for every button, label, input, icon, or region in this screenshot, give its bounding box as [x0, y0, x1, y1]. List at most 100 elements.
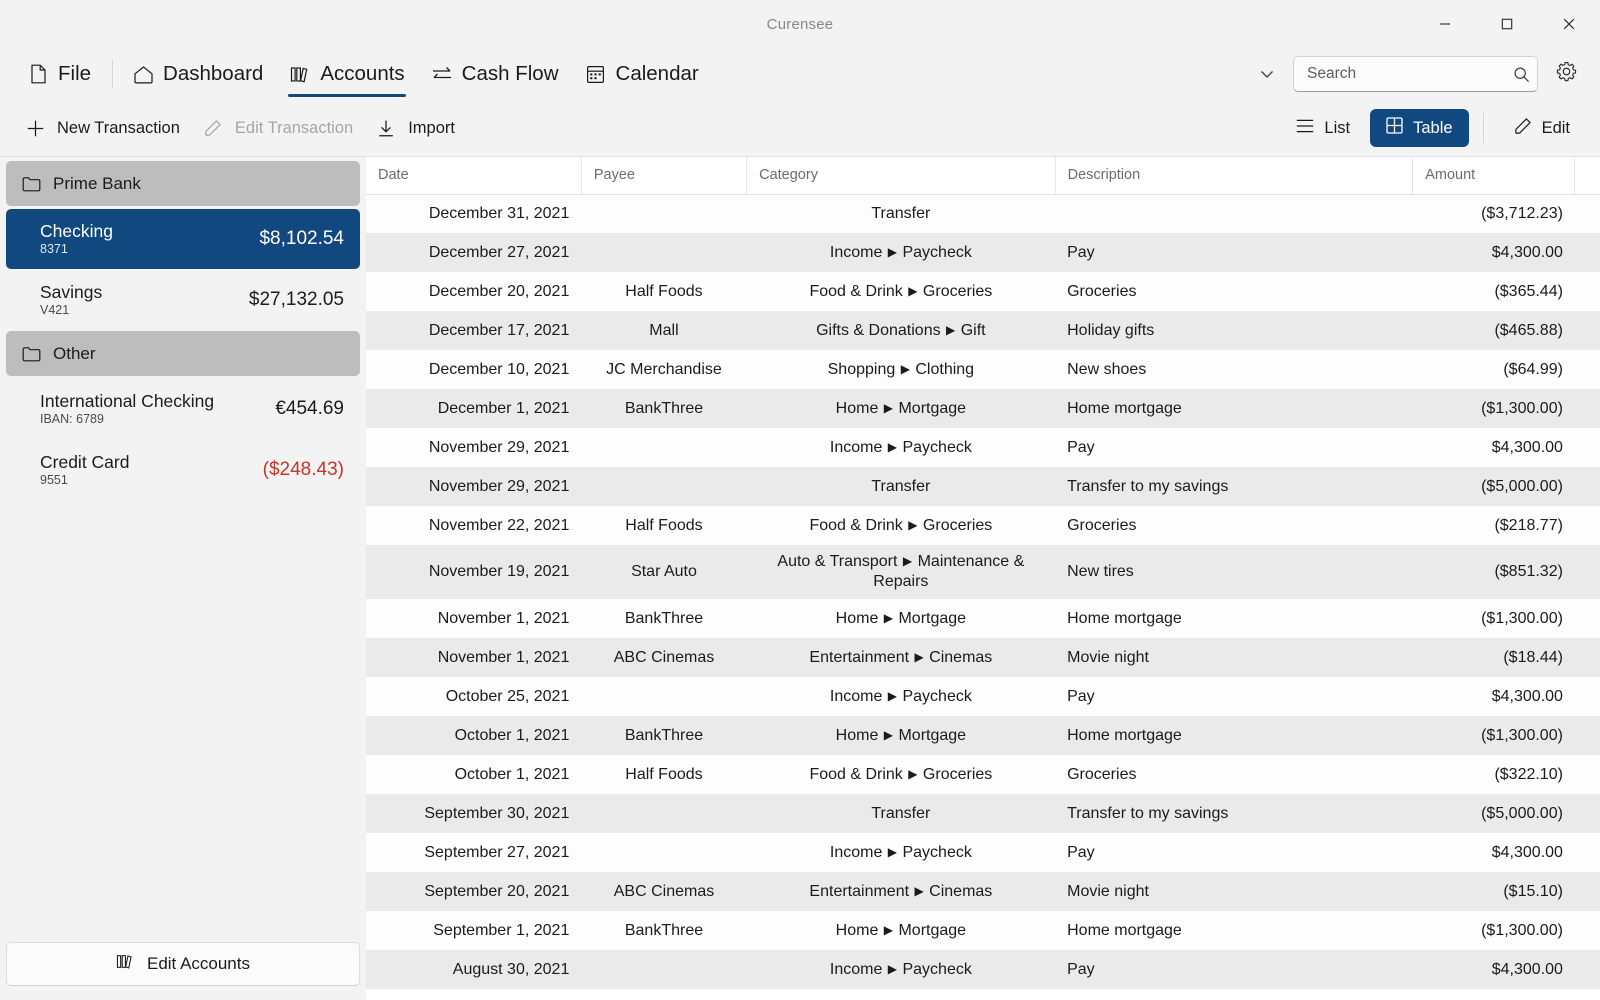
edit-transaction-button[interactable]: Edit Transaction	[194, 113, 367, 144]
cell-payee	[581, 677, 746, 716]
account-name: Savings	[40, 281, 103, 302]
table-row[interactable]: October 1, 2021 Half Foods Food & Drink ▶ …	[366, 755, 1600, 794]
table-row[interactable]: December 1, 2021 BankThree Home ▶ Mortgage…	[366, 389, 1600, 428]
settings-button[interactable]	[1546, 54, 1586, 94]
account-item[interactable]: International Checking IBAN: 6789 €454.69	[6, 379, 360, 439]
table-row[interactable]: November 1, 2021 ABC Cinemas Entertainment…	[366, 638, 1600, 677]
table-row[interactable]: December 20, 2021 Half Foods Food & Drink …	[366, 272, 1600, 311]
account-identity: Savings V421	[40, 281, 103, 318]
table-icon	[1386, 117, 1403, 139]
search-icon[interactable]	[1513, 66, 1530, 83]
cell-payee	[581, 233, 746, 272]
account-group-header[interactable]: Prime Bank	[6, 161, 360, 206]
column-header-payee[interactable]: Payee	[581, 157, 748, 195]
accounts-list: Prime Bank Checking 8371 $8,102.54 Savings V4…	[0, 157, 366, 932]
account-item[interactable]: Checking 8371 $8,102.54	[6, 209, 360, 269]
nav-item-cash-flow[interactable]: Cash Flow	[418, 48, 572, 100]
cell-amount: ($64.99)	[1503, 360, 1563, 378]
edit-accounts-button[interactable]: Edit Accounts	[6, 942, 360, 986]
nav-item-calendar[interactable]: Calendar	[572, 48, 712, 100]
cell-spacer	[1575, 428, 1600, 467]
nav-item-dashboard[interactable]: Dashboard	[119, 48, 276, 100]
transactions-panel: Date Payee Category Description Amount D…	[366, 157, 1600, 1000]
cell-date: September 30, 2021	[424, 804, 570, 822]
column-header-description[interactable]: Description	[1055, 157, 1414, 195]
accounts-icon	[289, 65, 311, 84]
account-identity: International Checking IBAN: 6789	[40, 390, 215, 427]
cell-amount: ($1,300.00)	[1481, 726, 1563, 744]
table-row[interactable]: December 10, 2021 JC Merchandise Shopping …	[366, 350, 1600, 389]
table-row[interactable]: October 1, 2021 BankThree Home ▶ Mortgage H…	[366, 716, 1600, 755]
cell-description	[1055, 194, 1413, 233]
table-row[interactable]: August 30, 2021 Income ▶ Paycheck Pay $4,30…	[366, 950, 1600, 989]
cell-payee	[581, 794, 746, 833]
table-row[interactable]: November 29, 2021 Income ▶ Paycheck Pay $4,…	[366, 428, 1600, 467]
new-transaction-button[interactable]: New Transaction	[16, 113, 194, 144]
nav-label-calendar: Calendar	[615, 62, 699, 85]
table-row[interactable]: November 29, 2021 Transfer Transfer to my …	[366, 467, 1600, 506]
pencil-icon	[202, 119, 224, 137]
cell-description: Holiday gifts	[1067, 321, 1155, 339]
accounts-books-icon	[116, 953, 135, 975]
account-name: International Checking	[40, 390, 215, 411]
table-row[interactable]: November 1, 2021 BankThree Home ▶ Mortgage…	[366, 599, 1600, 638]
search-box[interactable]	[1293, 56, 1538, 92]
cell-payee: ABC Cinemas	[613, 882, 715, 900]
cell-category: Transfer	[871, 477, 931, 495]
table-row[interactable]: September 27, 2021 Income ▶ Paycheck Pay $4…	[366, 833, 1600, 872]
table-row[interactable]: October 25, 2021 Income ▶ Paycheck Pay $4,3…	[366, 677, 1600, 716]
table-row[interactable]: September 20, 2021 ABC Cinemas Entertainme…	[366, 872, 1600, 911]
column-header-date[interactable]: Date	[366, 157, 582, 195]
account-item[interactable]: Credit Card 9551 ($248.43)	[6, 440, 360, 500]
cell-amount: $4,300.00	[1491, 243, 1563, 261]
table-row[interactable]: September 30, 2021 Transfer Transfer to my…	[366, 794, 1600, 833]
category-arrow-icon: ▶	[887, 244, 898, 259]
table-row[interactable]: December 27, 2021 Income ▶ Paycheck Pay $4,…	[366, 233, 1600, 272]
account-balance: $8,102.54	[259, 228, 344, 249]
table-row[interactable]: November 19, 2021 Star Auto Auto & Transpo…	[366, 545, 1600, 599]
view-list-button[interactable]: List	[1280, 111, 1366, 146]
view-table-button[interactable]: Table	[1370, 109, 1469, 147]
category-arrow-icon: ▶	[900, 361, 910, 376]
cell-category: Transfer	[871, 204, 931, 222]
cell-description: Pay	[1067, 960, 1095, 978]
edit-button[interactable]: Edit	[1498, 109, 1586, 148]
cell-amount: $4,300.00	[1491, 438, 1563, 456]
cell-spacer	[1575, 233, 1600, 272]
category-arrow-icon: ▶	[914, 883, 924, 898]
view-table-label: Table	[1413, 118, 1453, 137]
cell-category: Income ▶ Paycheck	[829, 438, 972, 456]
table-row[interactable]: December 17, 2021 Mall Gifts & Donations ▶…	[366, 311, 1600, 350]
category-arrow-icon: ▶	[908, 517, 918, 532]
folder-icon	[22, 176, 41, 192]
cell-payee: Half Foods	[625, 765, 703, 783]
table-row[interactable]: September 1, 2021 BankThree Home ▶ Mortgag…	[366, 911, 1600, 950]
category-arrow-icon: ▶	[946, 322, 956, 337]
cell-payee	[581, 467, 746, 506]
column-header-amount[interactable]: Amount	[1412, 157, 1576, 195]
import-button[interactable]: Import	[367, 113, 469, 144]
cell-spacer	[1575, 350, 1600, 389]
chevron-down-icon[interactable]	[1249, 56, 1285, 92]
transactions-scroll-area[interactable]: Date Payee Category Description Amount D…	[366, 157, 1600, 1000]
cell-description: Movie night	[1067, 882, 1149, 900]
column-header-category[interactable]: Category	[746, 157, 1056, 195]
view-switcher: List Table Edit	[1280, 109, 1586, 148]
search-input[interactable]	[1307, 65, 1507, 83]
cell-spacer	[1575, 677, 1600, 716]
cell-payee	[581, 194, 746, 233]
cell-description: New tires	[1067, 563, 1134, 580]
view-list-label: List	[1324, 118, 1351, 137]
table-row[interactable]: December 31, 2021 Transfer ($3,712.23)	[366, 194, 1600, 233]
command-bar: New Transaction Edit Transaction Import …	[0, 100, 1600, 157]
nav-item-file[interactable]: File	[14, 48, 104, 100]
account-group-header[interactable]: Other	[6, 331, 360, 376]
cell-payee	[581, 833, 746, 872]
category-arrow-icon: ▶	[883, 922, 894, 937]
title-bar: Curensee	[0, 0, 1600, 48]
table-row[interactable]: November 22, 2021 Half Foods Food & Drink …	[366, 506, 1600, 545]
nav-item-accounts[interactable]: Accounts	[276, 48, 417, 100]
account-item[interactable]: Savings V421 $27,132.05	[6, 270, 360, 330]
cell-spacer	[1575, 389, 1600, 428]
cell-spacer	[1575, 545, 1600, 599]
